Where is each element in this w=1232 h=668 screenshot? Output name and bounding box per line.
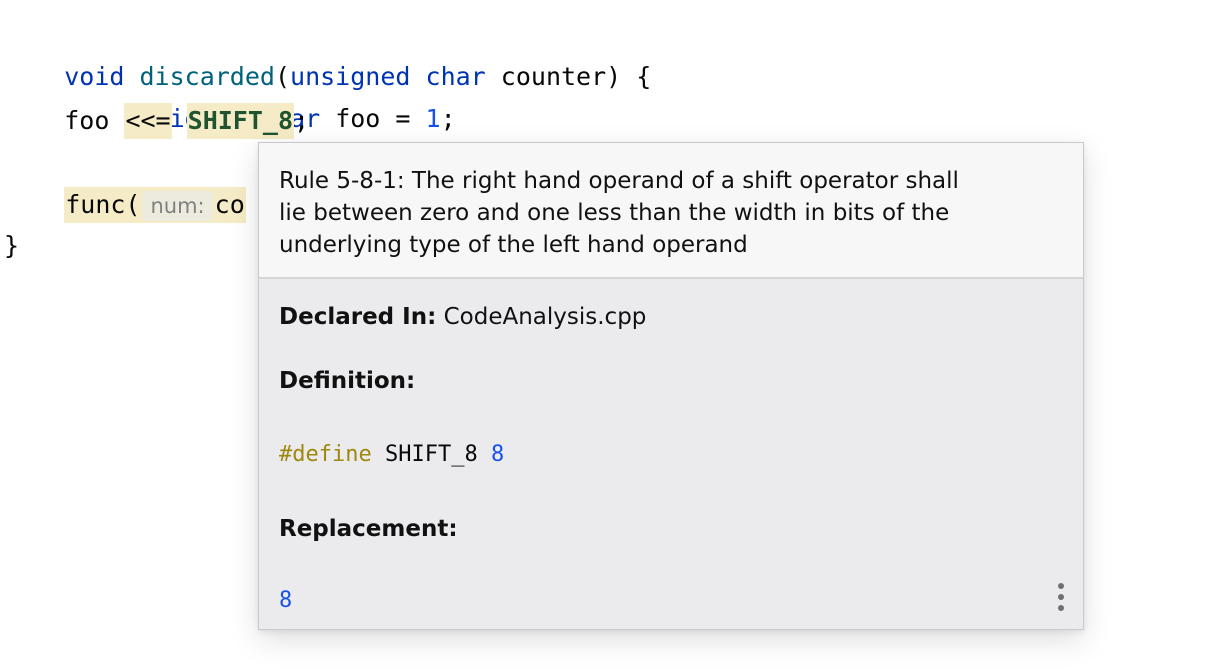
argument-token: co [214,190,245,219]
code-line-2: unsigned char foo = 1; [4,59,455,133]
macro-name: SHIFT_8 [384,442,478,467]
highlighted-func-call[interactable]: func(num: co [64,187,246,223]
preprocessor-directive: #define [279,442,372,467]
replacement-value: 8 [279,588,293,613]
inspection-rule-title-line-1: Rule 5-8-1: The right hand operand of a … [279,168,959,194]
definition-label: Definition: [279,368,416,394]
semicolon-token: ; [440,104,456,133]
popup-header: Rule 5-8-1: The right hand operand of a … [259,143,1083,279]
inspection-rule-title-line-3: underlying type of the left hand operand [279,232,748,258]
closing-brace: } [4,231,20,260]
declared-in-row: Declared In: CodeAnalysis.cpp [279,301,646,333]
identifier-foo: foo [64,106,110,135]
inspection-rule-title-line-2: lie between zero and one less than the w… [279,200,950,226]
replacement-label: Replacement: [279,516,458,542]
param-token: counter) { [485,62,652,91]
identifier-token: foo = [320,104,426,133]
definition-code: #define SHIFT_8 8 [279,439,504,471]
vertical-ellipsis-icon [1058,605,1064,611]
code-line-1: void discarded(unsigned char counter) { [4,17,651,91]
highlighted-macro-shift-8[interactable]: SHIFT_8 [186,103,295,139]
more-actions-button[interactable] [1053,583,1069,611]
vertical-ellipsis-icon [1058,583,1064,589]
vertical-ellipsis-icon [1058,594,1064,600]
semicolon-token: ; [294,106,310,135]
declared-in-label: Declared In: [279,304,437,330]
parameter-name-hint: num: [142,191,213,221]
code-line-3: foo <<= SHIFT_8; [4,101,309,141]
quick-documentation-popup: Rule 5-8-1: The right hand operand of a … [258,142,1084,630]
code-line-5: } [4,226,19,266]
number-token: 1 [425,104,441,133]
function-call-token: func( [65,190,141,219]
declared-in-file[interactable]: CodeAnalysis.cpp [444,304,647,330]
highlighted-shift-operator[interactable]: <<= [124,103,172,139]
popup-body: Declared In: CodeAnalysis.cpp Definition… [259,279,1083,629]
code-line-4: func(num: co [4,185,246,225]
macro-value: 8 [490,442,505,467]
